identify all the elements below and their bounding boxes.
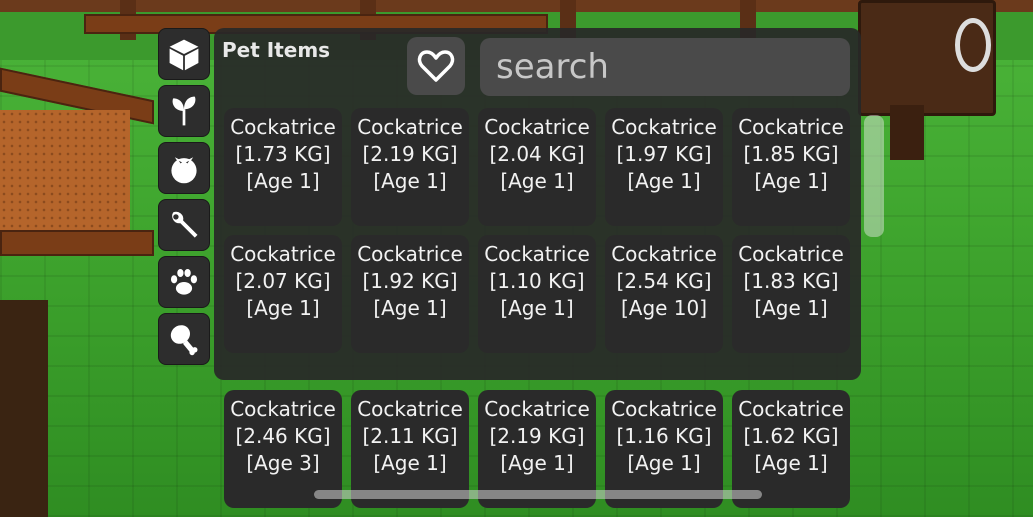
sprout-icon <box>172 96 196 126</box>
pet-item-name: Cockatrice <box>230 115 336 139</box>
sign-post <box>890 105 924 160</box>
search-input[interactable] <box>480 38 850 96</box>
pet-item-age: [Age 1] <box>500 169 574 193</box>
vertical-scrollbar[interactable] <box>864 115 884 237</box>
pet-item-label: Cockatrice [2.04 KG] [Age 1] <box>478 114 596 195</box>
horizontal-scrollbar[interactable] <box>314 490 762 499</box>
pet-item-label: Cockatrice [1.10 KG] [Age 1] <box>478 241 596 322</box>
pet-item-weight: [1.73 KG] <box>235 142 331 166</box>
pet-item-name: Cockatrice <box>738 242 844 266</box>
pet-item-name: Cockatrice <box>484 242 590 266</box>
pet-item-weight: [1.92 KG] <box>362 269 458 293</box>
pet-item-name: Cockatrice <box>230 397 336 421</box>
pet-item-label: Cockatrice [1.85 KG] [Age 1] <box>732 114 850 195</box>
pet-item-tile[interactable]: Cockatrice [2.04 KG] [Age 1] <box>478 108 596 226</box>
pet-item-weight: [2.19 KG] <box>362 142 458 166</box>
pet-item-age: [Age 1] <box>627 451 701 475</box>
wooden-crate <box>0 300 48 517</box>
category-gear-button[interactable] <box>158 199 210 251</box>
pet-item-weight: [1.62 KG] <box>743 424 839 448</box>
pet-item-tile[interactable]: Cockatrice [2.54 KG] [Age 10] <box>605 235 723 353</box>
category-crops-button[interactable] <box>158 142 210 194</box>
pet-item-age: [Age 1] <box>627 169 701 193</box>
pet-item-weight: [2.46 KG] <box>235 424 331 448</box>
pet-item-weight: [2.04 KG] <box>489 142 585 166</box>
tomato-icon <box>171 157 197 184</box>
pet-item-tile[interactable]: Cockatrice [2.19 KG] [Age 1] <box>351 108 469 226</box>
pet-item-tile[interactable]: Cockatrice [2.07 KG] [Age 1] <box>224 235 342 353</box>
pet-item-name: Cockatrice <box>357 397 463 421</box>
panel-title: Pet Items <box>222 38 331 62</box>
pet-item-tile[interactable]: Cockatrice [1.92 KG] [Age 1] <box>351 235 469 353</box>
pet-item-weight: [1.97 KG] <box>616 142 712 166</box>
pet-item-label: Cockatrice [2.07 KG] [Age 1] <box>224 241 342 322</box>
pet-item-age: [Age 1] <box>754 296 828 320</box>
pet-item-weight: [1.16 KG] <box>616 424 712 448</box>
drumstick-icon <box>170 325 198 356</box>
pet-item-weight: [2.11 KG] <box>362 424 458 448</box>
category-cube-button[interactable] <box>158 28 210 80</box>
pet-item-age: [Age 10] <box>620 296 708 320</box>
pet-item-age: [Age 1] <box>373 169 447 193</box>
pet-item-weight: [1.83 KG] <box>743 269 839 293</box>
pet-item-label: Cockatrice [2.54 KG] [Age 10] <box>605 241 723 322</box>
pet-item-weight: [1.85 KG] <box>743 142 839 166</box>
pet-item-label: Cockatrice [1.83 KG] [Age 1] <box>732 241 850 322</box>
pet-item-name: Cockatrice <box>611 397 717 421</box>
pet-item-label: Cockatrice [1.62 KG] [Age 1] <box>732 396 850 477</box>
pet-item-name: Cockatrice <box>611 115 717 139</box>
pet-item-name: Cockatrice <box>611 242 717 266</box>
favorite-button[interactable] <box>407 37 465 95</box>
pet-item-name: Cockatrice <box>484 397 590 421</box>
heart-icon <box>417 50 455 82</box>
soil-plot <box>0 110 130 240</box>
pet-item-name: Cockatrice <box>357 242 463 266</box>
category-pets-button[interactable] <box>158 256 210 308</box>
cube-icon <box>169 39 199 71</box>
paw-icon <box>170 268 198 295</box>
item-grid-viewport: Cockatrice [1.73 KG] [Age 1] Cockatrice [… <box>214 104 861 380</box>
pet-item-label: Cockatrice [1.92 KG] [Age 1] <box>351 241 469 322</box>
pet-item-label: Cockatrice [2.19 KG] [Age 1] <box>351 114 469 195</box>
pet-item-age: [Age 1] <box>373 296 447 320</box>
pet-item-label: Cockatrice [1.97 KG] [Age 1] <box>605 114 723 195</box>
garden-plank <box>0 230 154 256</box>
pet-item-age: [Age 1] <box>246 296 320 320</box>
pet-item-label: Cockatrice [1.73 KG] [Age 1] <box>224 114 342 195</box>
pet-item-tile[interactable]: Cockatrice [1.73 KG] [Age 1] <box>224 108 342 226</box>
pet-item-age: [Age 1] <box>500 451 574 475</box>
pet-item-label: Cockatrice [2.19 KG] [Age 1] <box>478 396 596 477</box>
sign-ring <box>955 18 991 72</box>
category-seeds-button[interactable] <box>158 85 210 137</box>
pet-item-age: [Age 1] <box>754 169 828 193</box>
pet-item-weight: [2.54 KG] <box>616 269 712 293</box>
pet-item-name: Cockatrice <box>738 115 844 139</box>
pet-item-weight: [2.07 KG] <box>235 269 331 293</box>
pet-item-weight: [1.10 KG] <box>489 269 585 293</box>
wrench-icon <box>172 211 198 238</box>
pet-item-name: Cockatrice <box>230 242 336 266</box>
pet-item-tile[interactable]: Cockatrice [1.97 KG] [Age 1] <box>605 108 723 226</box>
pet-item-name: Cockatrice <box>738 397 844 421</box>
pet-item-name: Cockatrice <box>357 115 463 139</box>
pet-item-label: Cockatrice [1.16 KG] [Age 1] <box>605 396 723 477</box>
pet-item-label: Cockatrice [2.46 KG] [Age 3] <box>224 396 342 477</box>
category-food-button[interactable] <box>158 313 210 365</box>
pet-item-age: [Age 1] <box>500 296 574 320</box>
pet-item-age: [Age 1] <box>246 169 320 193</box>
pet-item-weight: [2.19 KG] <box>489 424 585 448</box>
pet-item-age: [Age 3] <box>246 451 320 475</box>
pet-item-name: Cockatrice <box>484 115 590 139</box>
pet-item-tile[interactable]: Cockatrice [1.85 KG] [Age 1] <box>732 108 850 226</box>
pet-item-tile[interactable]: Cockatrice [1.10 KG] [Age 1] <box>478 235 596 353</box>
pet-item-age: [Age 1] <box>754 451 828 475</box>
pet-item-label: Cockatrice [2.11 KG] [Age 1] <box>351 396 469 477</box>
pet-item-age: [Age 1] <box>373 451 447 475</box>
pet-item-tile[interactable]: Cockatrice [1.83 KG] [Age 1] <box>732 235 850 353</box>
item-grid: Cockatrice [1.73 KG] [Age 1] Cockatrice [… <box>224 108 850 353</box>
